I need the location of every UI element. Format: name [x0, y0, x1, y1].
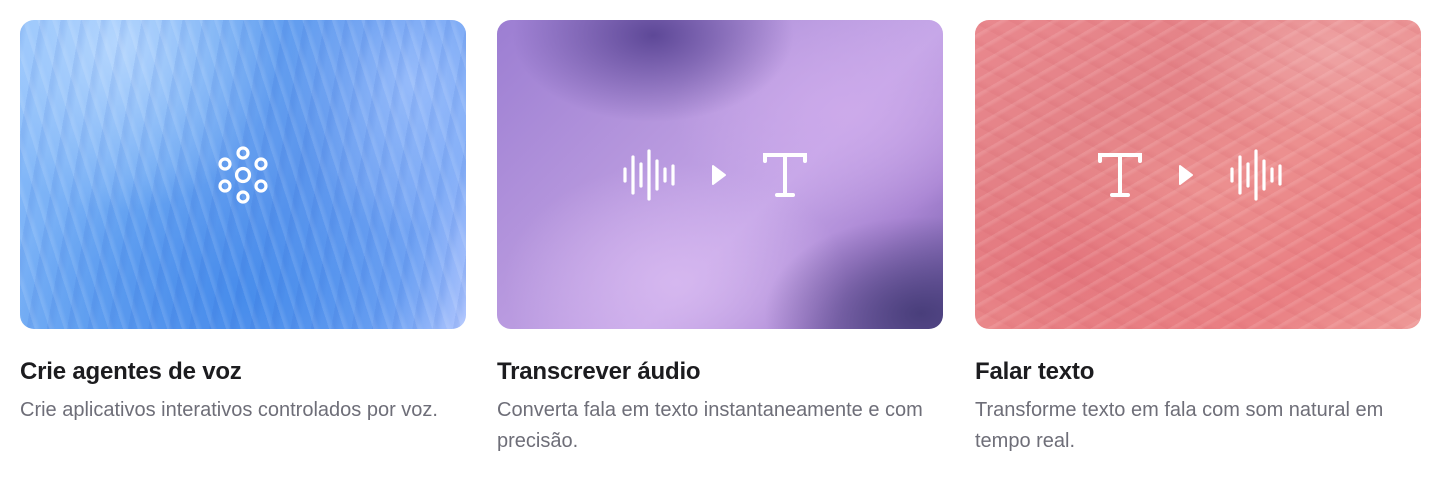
play-arrow-icon	[1178, 164, 1194, 186]
card-title: Falar texto	[975, 358, 1095, 385]
card-description: Converta fala em texto instantaneamente …	[497, 399, 923, 452]
card-description: Transforme texto em fala com som natural…	[975, 399, 1384, 452]
card-transcribe-audio[interactable]: Transcrever áudio Converta fala em texto…	[497, 20, 943, 452]
feature-cards-grid: Crie agentes de voz Crie aplicativos int…	[0, 0, 1442, 494]
waveform-icon	[621, 147, 677, 203]
card-speak-text[interactable]: Falar texto Transforme texto em fala com…	[975, 20, 1421, 452]
card-title: Transcrever áudio	[497, 358, 701, 385]
play-arrow-icon	[711, 164, 727, 186]
card-description: Crie aplicativos interativos controlados…	[20, 399, 438, 421]
card-voice-agents[interactable]: Crie agentes de voz Crie aplicativos int…	[20, 20, 466, 421]
card-image-speak-text	[975, 20, 1421, 329]
waveform-icon	[1228, 147, 1284, 203]
text-t-icon	[1096, 151, 1144, 199]
card-title: Crie agentes de voz	[20, 358, 242, 385]
card-image-transcribe-audio	[497, 20, 943, 329]
text-t-icon	[761, 151, 809, 199]
voice-agent-dots-icon	[213, 145, 273, 205]
card-image-voice-agents	[20, 20, 466, 329]
